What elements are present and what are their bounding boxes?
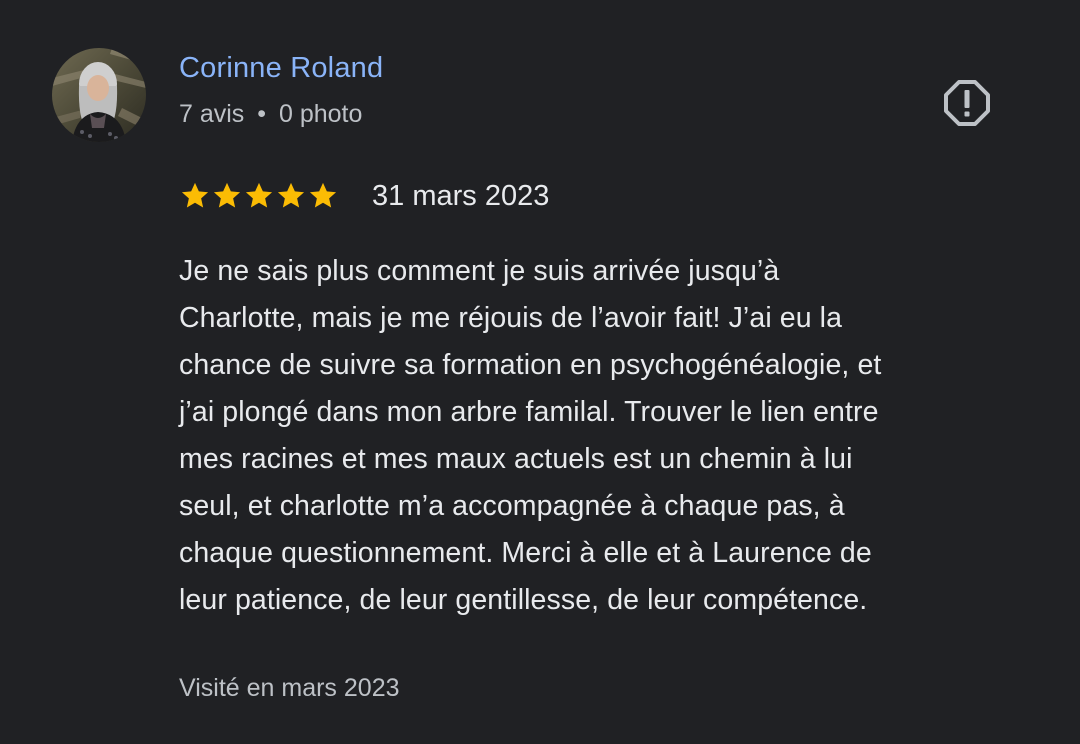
review-text-line: j’ai plongé dans mon arbre familal. Trou… <box>179 396 879 428</box>
meta-separator: • <box>257 100 267 128</box>
avatar-photo <box>52 48 146 142</box>
review-text: Je ne sais plus comment je suis arrivée … <box>179 248 1029 624</box>
review-text-line: chance de suivre sa formation en psychog… <box>179 349 882 381</box>
star-icon <box>275 180 307 212</box>
star-icon <box>211 180 243 212</box>
photos-count: 0 photo <box>278 100 363 128</box>
star-icon <box>179 180 211 212</box>
visited-date: Visité en mars 2023 <box>179 674 400 702</box>
review-text-line: Je ne sais plus comment je suis arrivée … <box>179 255 780 287</box>
review-text-line: leur patience, de leur gentillesse, de l… <box>179 584 868 616</box>
review-text-line: mes racines et mes maux actuels est un c… <box>179 443 853 475</box>
star-rating <box>179 180 339 212</box>
avatar[interactable] <box>52 48 146 142</box>
star-icon <box>307 180 339 212</box>
author-name[interactable]: Corinne Roland <box>179 52 383 85</box>
reviews-count: 7 avis <box>179 100 245 128</box>
review-card: Corinne Roland 7 avis • 0 photo 31 mars … <box>0 0 1080 744</box>
report-flag-icon <box>944 80 990 126</box>
rating-row: 31 mars 2023 <box>179 177 549 215</box>
review-text-line: seul, et charlotte m’a accompagnée à cha… <box>179 490 845 522</box>
star-icon <box>243 180 275 212</box>
report-button[interactable] <box>940 78 994 128</box>
review-date: 31 mars 2023 <box>372 179 550 212</box>
review-text-line: Charlotte, mais je me réjouis de l’avoir… <box>179 302 843 334</box>
author-meta: 7 avis • 0 photo <box>179 100 362 129</box>
review-text-line: chaque questionnement. Merci à elle et à… <box>179 537 872 569</box>
